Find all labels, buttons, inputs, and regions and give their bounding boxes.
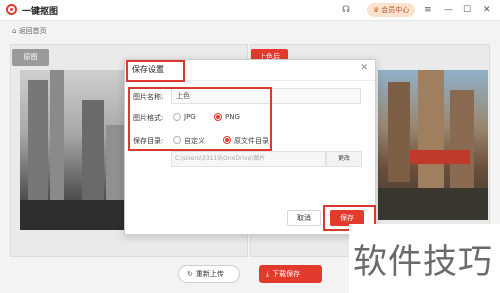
settings-highlight-box <box>128 87 272 151</box>
title-highlight-box <box>126 60 185 82</box>
minimize-icon[interactable]: — <box>444 3 453 17</box>
maximize-icon[interactable]: ☐ <box>463 3 471 17</box>
refresh-icon: ↻ <box>187 270 193 278</box>
close-icon[interactable]: ✕ <box>483 3 491 17</box>
save-path-input[interactable]: C:\Users\33119\OneDrive\图片 <box>171 151 326 167</box>
download-icon: ⤓ <box>266 270 270 278</box>
back-to-home-link[interactable]: ⌂ 返回首页 <box>12 26 47 36</box>
menu-icon[interactable]: ≡ <box>424 3 432 17</box>
home-icon: ⌂ <box>12 27 17 35</box>
download-save-button[interactable]: ⤓ 下载保存 <box>259 265 322 283</box>
original-photo <box>20 70 125 230</box>
original-tag: 原图 <box>12 49 49 66</box>
customer-service-icon[interactable]: ☊ <box>342 3 350 17</box>
app-title: 一键抠图 <box>22 7 59 17</box>
member-center-label: 会员中心 <box>381 6 410 14</box>
crown-icon: ♛ <box>373 6 380 14</box>
change-path-button[interactable]: 更改 <box>326 151 362 167</box>
reupload-button[interactable]: ↻ 重新上传 <box>178 265 240 283</box>
app-logo-icon <box>6 4 17 15</box>
reupload-label: 重新上传 <box>195 270 224 278</box>
back-to-home-label: 返回首页 <box>18 27 47 35</box>
download-save-label: 下载保存 <box>272 270 301 278</box>
dialog-close-icon[interactable]: ✕ <box>360 63 368 73</box>
colorized-photo <box>378 70 488 220</box>
member-center-button[interactable]: ♛ 会员中心 <box>367 3 415 17</box>
watermark-text: 软件技巧 <box>353 242 493 282</box>
watermark: 软件技巧 <box>349 224 500 293</box>
title-bar: 一键抠图 ☊ ♛ 会员中心 ≡ — ☐ ✕ <box>0 0 500 21</box>
cancel-button[interactable]: 取消 <box>287 210 321 226</box>
